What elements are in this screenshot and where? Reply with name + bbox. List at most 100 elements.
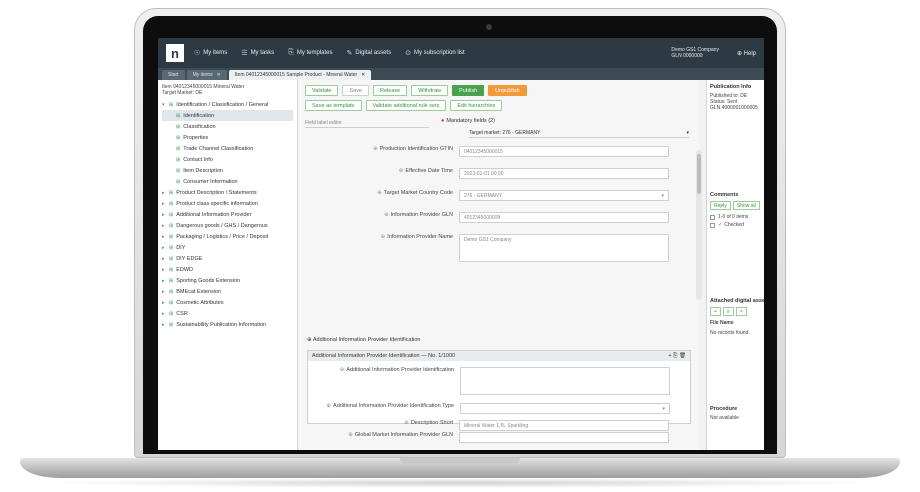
app-logo[interactable]: n xyxy=(166,44,184,62)
show-all-button[interactable]: Show all xyxy=(732,201,760,210)
sidebar-item[interactable]: ⊞ Contact Info xyxy=(162,154,293,165)
help-icon[interactable]: ⊕ xyxy=(404,420,409,426)
gmip-gln-field[interactable] xyxy=(459,432,669,443)
validate-additional-rule-sets-button[interactable]: Validate additional rule sets xyxy=(365,100,447,111)
help-icon[interactable]: ⊕ xyxy=(384,212,389,218)
sidebar-item[interactable]: ⊞ Trade Channel Classification xyxy=(162,143,293,154)
help-icon[interactable]: ⊕ xyxy=(348,432,353,438)
help-icon[interactable]: ⊕ xyxy=(373,146,378,152)
tab-item-detail[interactable]: Item 04012345000015 Sample Product - Min… xyxy=(228,70,372,80)
required-dot-icon: ● xyxy=(441,118,445,124)
sidebar-item[interactable]: ⊞ Item Description xyxy=(162,165,293,176)
chevron-right-icon[interactable]: ▸ xyxy=(162,267,169,273)
chevron-down-icon[interactable]: ▾ xyxy=(162,102,169,108)
aip-type-select[interactable]: ▾ xyxy=(460,403,670,414)
comment-row[interactable]: 1-0 of 0 items xyxy=(710,213,762,221)
withdraw-button[interactable]: Withdraw xyxy=(411,85,449,96)
release-button[interactable]: Release xyxy=(373,85,408,96)
sidebar-item[interactable]: ▸ ⊞ Additional Information Provider xyxy=(162,209,293,220)
gtin-field[interactable]: 04012345000015 xyxy=(459,146,669,157)
panel-actions[interactable]: + ⎘ 🗑 xyxy=(668,353,686,360)
help-icon[interactable]: ⊕ xyxy=(340,367,345,373)
tab-start[interactable]: Start xyxy=(162,70,185,80)
sidebar-item[interactable]: ▸ ⊞ EDWD xyxy=(162,264,293,275)
chevron-right-icon[interactable]: ▸ xyxy=(162,212,169,218)
scrollbar-thumb[interactable] xyxy=(697,154,701,194)
sidebar-item[interactable]: ⊞ Consumer Information xyxy=(162,176,293,187)
reply-button[interactable]: Reply xyxy=(710,201,731,210)
checkbox[interactable] xyxy=(710,222,715,228)
link-asset-button[interactable]: ≡ xyxy=(722,307,734,316)
help-icon[interactable]: ⊕ xyxy=(399,168,404,174)
nav-subscription-list[interactable]: ⊙ My subscription list xyxy=(405,49,465,57)
chevron-right-icon[interactable]: ▸ xyxy=(162,322,169,328)
field-label-text: Additional Information Provider Identifi… xyxy=(333,403,454,409)
sidebar-item[interactable]: ▸ ⊞ DIY EDGE xyxy=(162,253,293,264)
save-as-template-button[interactable]: Save as template xyxy=(305,100,362,111)
chevron-right-icon[interactable]: ▸ xyxy=(162,256,169,262)
label-language-select[interactable]: Field label editor xyxy=(305,118,429,128)
sidebar-item[interactable]: ▸ ⊞ Packaging / Logistics / Price / Deposi… xyxy=(162,231,293,242)
chevron-right-icon[interactable]: ▸ xyxy=(162,190,169,196)
help-icon[interactable]: ⊕ xyxy=(377,190,382,196)
sidebar-item[interactable]: ▸ ⊞ Cosmetic Attributes xyxy=(162,297,293,308)
sidebar-item[interactable]: ▸ ⊞ DIY xyxy=(162,242,293,253)
country-code-select[interactable]: 276 - GERMANY ▾ xyxy=(459,190,669,201)
nav-my-tasks[interactable]: ☰ My tasks xyxy=(241,49,274,57)
mandatory-fields-toggle[interactable]: ● Mandatory fields (2) xyxy=(441,118,495,124)
comment-row[interactable]: ✓ Checked xyxy=(710,221,762,229)
chevron-right-icon[interactable]: ▸ xyxy=(162,245,169,251)
nav-my-items[interactable]: ☉ My items xyxy=(194,49,227,57)
sidebar-item[interactable]: ▸ ⊞ BMEcat Extension xyxy=(162,286,293,297)
add-asset-button[interactable]: + xyxy=(710,307,721,316)
unpublish-button[interactable]: Unpublish xyxy=(488,85,527,96)
sidebar-item[interactable]: ▸ ⊞ CSR xyxy=(162,308,293,319)
chevron-right-icon[interactable]: ▸ xyxy=(162,311,169,317)
chevron-right-icon[interactable]: ▸ xyxy=(162,234,169,240)
sidebar-item[interactable]: ▸ ⊞ Sporting Goods Extension xyxy=(162,275,293,286)
validate-button[interactable]: Validate xyxy=(305,85,339,96)
target-market-select[interactable]: Target market: 276 - GERMANY ▾ xyxy=(469,128,689,138)
field-label-text: Effective Date Time xyxy=(405,168,453,174)
sidebar-item[interactable]: ▸ ⊞ Dangerous goods / GHS / Dangerous xyxy=(162,220,293,231)
remove-asset-button[interactable]: × xyxy=(735,307,747,316)
chevron-right-icon[interactable]: ▸ xyxy=(162,201,169,207)
chevron-right-icon[interactable]: ▸ xyxy=(162,223,169,229)
tab-my-items[interactable]: My items ✕ xyxy=(186,70,227,80)
sidebar-item[interactable]: ⊞ Identification xyxy=(162,110,293,121)
field-row-gmip-gln: ⊕ Global Market Information Provider GLN xyxy=(299,432,699,443)
publication-line: GLN 4000001000005 xyxy=(710,105,758,111)
sidebar-item[interactable]: ▸ ⊞ Sustainability Publication Information xyxy=(162,319,293,330)
chevron-right-icon[interactable]: ▸ xyxy=(162,278,169,284)
help-icon[interactable]: ⊕ xyxy=(381,234,386,240)
sidebar-item[interactable]: ▾ ⊞ Identification / Classification / Gene… xyxy=(162,99,293,110)
sidebar-item[interactable]: ▸ ⊞ Product class specific information xyxy=(162,198,293,209)
chevron-right-icon[interactable]: ▸ xyxy=(162,300,169,306)
help-icon[interactable]: ⊕ xyxy=(326,403,331,409)
close-icon[interactable]: ✕ xyxy=(217,72,221,78)
sidebar-item[interactable]: ▸ ⊞ Product Description / Statements xyxy=(162,187,293,198)
sidebar-item-label: Trade Channel Classification xyxy=(183,145,254,152)
aip-id-field[interactable] xyxy=(460,367,670,395)
effective-date-field[interactable]: 2023-01-01 00:00 xyxy=(459,168,669,179)
nav-digital-assets[interactable]: ✎ Digital assets xyxy=(347,49,392,57)
sidebar-item-label: Additional Information Provider xyxy=(176,211,252,218)
sidebar-item[interactable]: ⊞ Classification xyxy=(162,121,293,132)
provider-name-field[interactable]: Demo GS1 Company xyxy=(459,234,669,262)
edit-hierarchies-button[interactable]: Edit hierarchies xyxy=(450,100,503,111)
form-scrollbar[interactable] xyxy=(696,150,702,300)
description-short-field[interactable]: Mineral Water 1,5L Sparkling xyxy=(459,420,669,431)
checkbox[interactable] xyxy=(710,214,715,220)
close-icon[interactable]: ✕ xyxy=(361,72,365,78)
publish-button[interactable]: Publish xyxy=(452,85,485,96)
provider-gln-field[interactable]: 4012345000009 xyxy=(459,212,669,223)
save-button[interactable]: Save xyxy=(342,85,370,96)
nav-label: My items xyxy=(203,50,228,56)
company-selector[interactable]: Demo GS1 Company GLN 0000000 xyxy=(671,47,719,59)
help-link[interactable]: ⊕ Help xyxy=(737,50,756,57)
chevron-right-icon[interactable]: ▸ xyxy=(162,289,169,295)
assets-actions: + ≡ × xyxy=(710,307,762,316)
procedure-title: Procedure xyxy=(710,406,738,412)
nav-my-templates[interactable]: ⎘ My templates xyxy=(288,49,332,57)
sidebar-item[interactable]: ⊞ Properties xyxy=(162,132,293,143)
